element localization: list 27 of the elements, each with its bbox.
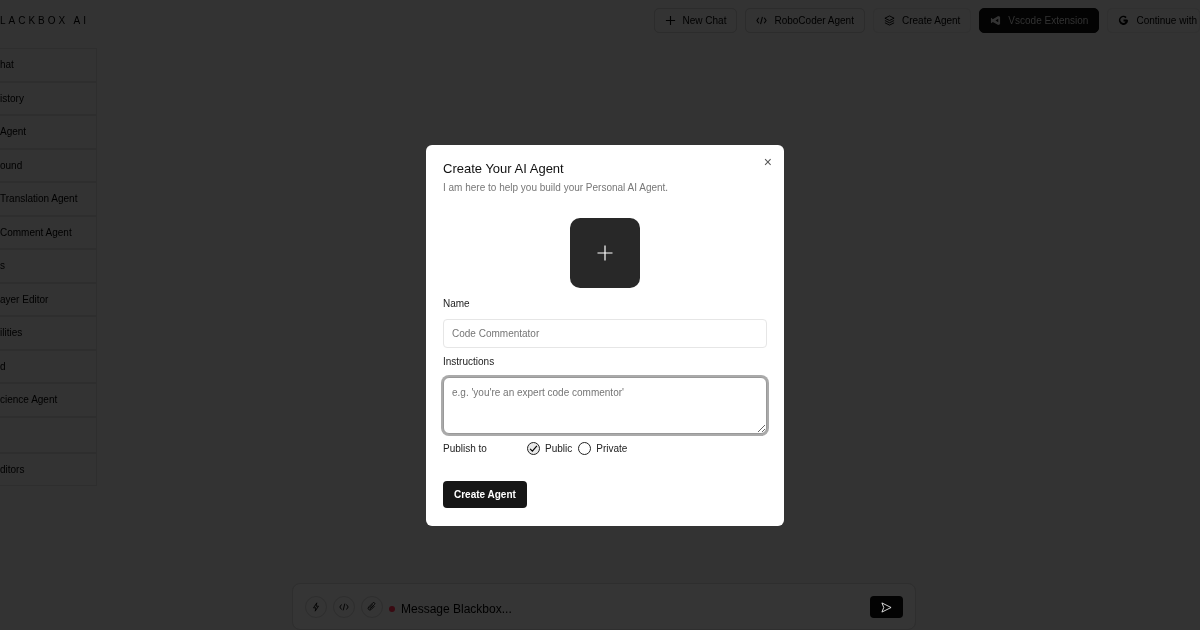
close-button[interactable]: × [763,155,772,169]
layers-icon [883,14,895,26]
google-icon [1118,14,1130,26]
code-icon [339,602,349,612]
dialog-title: Create Your AI Agent [443,161,565,177]
plus-icon [596,243,614,262]
radio-option[interactable]: Private [578,440,628,456]
code-icon [756,14,768,26]
send-icon [881,601,892,613]
field-label: Instructions [443,354,496,369]
instructions-field[interactable]: e.g. 'you're an expert code commentor' [443,376,767,434]
field-label: Name [443,296,471,311]
tool-button[interactable] [333,596,355,618]
lightning-icon [311,602,321,612]
avatar-upload-button[interactable] [570,217,640,288]
send-button[interactable] [870,596,903,618]
status-dot [389,606,395,612]
tool-button[interactable] [361,596,383,618]
dialog-subtitle: I am here to help you build your Personal AI Agent. [443,180,670,195]
name-field[interactable]: Code Commentator [443,318,767,348]
radio-option[interactable]: Public [527,440,573,456]
tool-button[interactable] [305,596,327,618]
create-agent-button[interactable]: Create Agent [443,480,527,508]
field-label: Publish to [443,441,488,456]
vscode-icon [990,14,1002,26]
plus-icon [664,14,676,26]
paperclip-icon [367,602,377,612]
